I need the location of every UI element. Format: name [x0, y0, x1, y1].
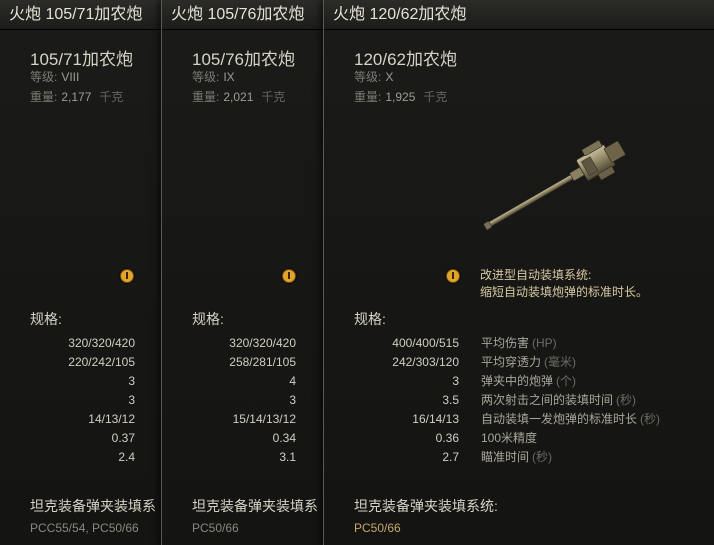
clip-title: 坦克装备弹夹装填系: [30, 498, 156, 514]
spec-value-row: 320/320/420: [229, 336, 296, 350]
clip-title: 坦克装备弹夹装填系统:: [354, 498, 498, 514]
tier-row: 等级: IX: [192, 68, 235, 85]
clip-tanks: PCC55/54, PC50/66: [30, 521, 139, 535]
weight-unit: 千克: [261, 90, 286, 104]
gun-card-105-76: 火炮 105/76加农炮 105/76加农炮 等级: IX 重量: 2,021 千克 …: [161, 0, 336, 545]
spec-row-autoreload: 16/14/13 自动装填一发炮弹的标准时长 (秒): [412, 412, 661, 426]
weight-label: 重量:: [354, 90, 382, 104]
exclamation-circle-icon: [446, 269, 460, 283]
tier-label: 等级:: [192, 70, 220, 84]
specs-title: 规格:: [192, 311, 224, 327]
specs-title: 规格:: [30, 311, 62, 327]
tier-value: X: [385, 70, 394, 84]
card-header: 火炮 120/62加农炮: [324, 0, 714, 30]
spec-value-row: 3: [289, 393, 296, 407]
spec-row-clip-size: 3 弹夹中的炮弹 (个): [452, 374, 577, 388]
spec-value-row: 220/242/105: [68, 355, 135, 369]
gun-name: 105/71加农炮: [30, 50, 133, 69]
spec-value-row: 3.1: [279, 450, 296, 464]
weight-value: 2,021: [223, 90, 254, 104]
card-header: 火炮 105/76加农炮: [162, 0, 336, 30]
spec-row-damage: 400/400/515 平均伤害 (HP): [392, 336, 557, 350]
spec-row-penetration: 242/303/120 平均穿透力 (毫米): [392, 355, 577, 369]
spec-value-row: 258/281/105: [229, 355, 296, 369]
tier-value: VIII: [61, 70, 80, 84]
weight-unit: 千克: [423, 90, 448, 104]
card-header: 火炮 105/71加农炮: [0, 0, 175, 30]
gun-card-120-62: 火炮 120/62加农炮 120/62加农炮 等级: X 重量: 1,925 千克 改…: [323, 0, 714, 545]
spec-row-intershot: 3.5 两次射击之间的装填时间 (秒): [442, 393, 637, 407]
specs-title: 规格:: [354, 311, 386, 327]
clip-tanks: PC50/66: [192, 521, 239, 535]
spec-value-row: 0.34: [272, 431, 296, 445]
tier-label: 等级:: [354, 70, 382, 84]
clip-tanks: PC50/66: [354, 521, 401, 535]
spec-value-row: 320/320/420: [68, 336, 135, 350]
weight-value: 2,177: [61, 90, 92, 104]
weight-label: 重量:: [192, 90, 220, 104]
spec-row-aim-time: 2.7 瞄准时间 (秒): [442, 450, 553, 464]
spec-value-row: 2.4: [118, 450, 135, 464]
spec-row-accuracy: 0.36 100米精度: [435, 431, 538, 445]
gun-name: 120/62加农炮: [354, 50, 457, 69]
spec-value-row: 0.37: [111, 431, 135, 445]
spec-value-row: 3: [128, 393, 135, 407]
weight-value: 1,925: [385, 90, 416, 104]
gun-card-105-71: 火炮 105/71加农炮 105/71加农炮 等级: VIII 重量: 2,177 千…: [0, 0, 175, 545]
weight-unit: 千克: [99, 90, 124, 104]
spec-value-row: 15/14/13/12: [232, 412, 296, 426]
gun-barrel-icon: [483, 140, 626, 230]
spec-value-row: 14/13/12: [88, 412, 135, 426]
feature-title: 改进型自动装填系统:: [480, 268, 592, 282]
gun-name: 105/76加农炮: [192, 50, 295, 69]
clip-title: 坦克装备弹夹装填系: [192, 498, 318, 514]
feature-description: 缩短自动装填炮弹的标准时长。: [480, 285, 649, 299]
tier-row: 等级: VIII: [30, 68, 79, 85]
tier-label: 等级:: [30, 70, 58, 84]
weight-row: 重量: 1,925 千克: [354, 88, 447, 105]
spec-value-row: 4: [289, 374, 296, 388]
exclamation-circle-icon: [120, 269, 134, 283]
exclamation-circle-icon: [282, 269, 296, 283]
weight-row: 重量: 2,021 千克: [192, 88, 285, 105]
tier-row: 等级: X: [354, 68, 393, 85]
weight-label: 重量:: [30, 90, 58, 104]
weight-row: 重量: 2,177 千克: [30, 88, 123, 105]
tier-value: IX: [223, 70, 235, 84]
spec-value-row: 3: [128, 374, 135, 388]
